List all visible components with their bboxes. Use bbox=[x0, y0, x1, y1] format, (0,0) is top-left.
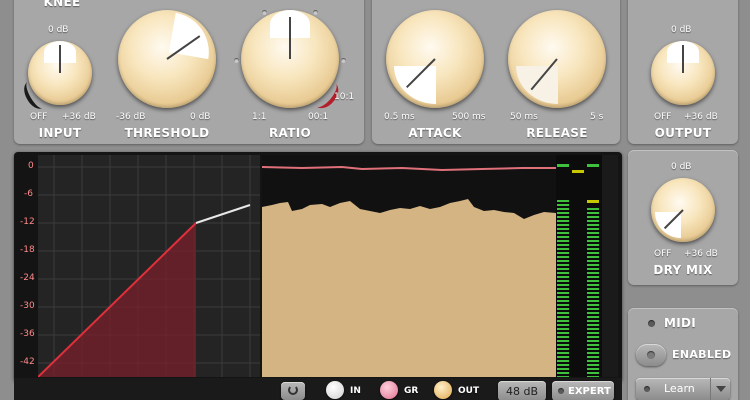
db-tick: -42 bbox=[20, 357, 35, 367]
input-max-label: +36 dB bbox=[62, 112, 96, 122]
ratio-tick-left bbox=[234, 58, 239, 63]
midi-led bbox=[648, 320, 655, 327]
learn-led bbox=[644, 386, 650, 392]
output-top-label: 0 dB bbox=[671, 25, 692, 35]
meter-out-peak bbox=[587, 164, 599, 167]
threshold-label: THRESHOLD bbox=[124, 126, 210, 140]
ratio-knob-pointer bbox=[289, 17, 291, 59]
ratio-label: RATIO bbox=[269, 126, 311, 140]
ratio-max-label: 00:1 bbox=[308, 112, 329, 122]
knee-label: KNEE bbox=[43, 0, 81, 9]
out-meter-toggle[interactable] bbox=[434, 381, 452, 399]
drymix-min-label: OFF bbox=[654, 249, 672, 259]
drymix-top-label: 0 dB bbox=[671, 162, 692, 172]
ratio-tick-top-right bbox=[313, 10, 318, 15]
power-icon bbox=[288, 385, 298, 395]
threshold-min-label: -36 dB bbox=[116, 112, 146, 122]
waveform-display bbox=[262, 155, 556, 377]
db-tick: -12 bbox=[20, 217, 35, 227]
gr-meter-toggle[interactable] bbox=[380, 381, 398, 399]
db-tick: -18 bbox=[20, 245, 35, 255]
meter-gr-bar bbox=[572, 170, 584, 173]
range-button[interactable]: 48 dB bbox=[498, 381, 546, 400]
learn-dropdown[interactable]: Learn bbox=[636, 378, 730, 400]
meter-scale-strip bbox=[602, 155, 618, 377]
threshold-knob[interactable] bbox=[118, 10, 216, 108]
db-tick: -36 bbox=[20, 329, 35, 339]
out-label: OUT bbox=[458, 386, 480, 396]
transfer-curve-plot[interactable] bbox=[38, 155, 260, 377]
expert-led bbox=[558, 388, 564, 394]
db-tick: -6 bbox=[24, 189, 33, 199]
expert-button[interactable]: EXPERT bbox=[552, 381, 614, 400]
drymix-knob[interactable] bbox=[651, 178, 715, 242]
power-button[interactable] bbox=[281, 382, 305, 400]
enabled-label: ENABLED bbox=[672, 348, 732, 361]
chevron-down-icon bbox=[710, 378, 730, 400]
in-label: IN bbox=[350, 386, 361, 396]
threshold-max-label: 0 dB bbox=[190, 112, 211, 122]
drymix-max-label: +36 dB bbox=[684, 249, 718, 259]
release-knob[interactable] bbox=[508, 10, 606, 108]
input-label: INPUT bbox=[38, 126, 82, 140]
input-knob-pointer bbox=[59, 45, 61, 73]
range-label: 48 dB bbox=[505, 385, 539, 398]
ratio-marker-label: 10:1 bbox=[334, 92, 355, 102]
meter-out-bar bbox=[587, 208, 599, 377]
gr-label: GR bbox=[404, 386, 419, 396]
attack-knob[interactable] bbox=[386, 10, 484, 108]
output-min-label: OFF bbox=[654, 112, 672, 122]
in-meter-toggle[interactable] bbox=[326, 381, 344, 399]
ratio-min-label: 1:1 bbox=[252, 112, 267, 122]
learn-label: Learn bbox=[664, 382, 695, 395]
output-knob[interactable] bbox=[651, 41, 715, 105]
meter-in-bar bbox=[557, 200, 569, 377]
db-tick: 0 bbox=[28, 161, 34, 171]
ratio-tick-right bbox=[341, 58, 346, 63]
ratio-tick-top-left bbox=[262, 10, 267, 15]
release-max-label: 5 s bbox=[590, 112, 604, 122]
output-max-label: +36 dB bbox=[684, 112, 718, 122]
input-min-label: OFF bbox=[30, 112, 48, 122]
attack-max-label: 500 ms bbox=[452, 112, 486, 122]
output-knob-pointer bbox=[682, 45, 684, 73]
attack-min-label: 0.5 ms bbox=[384, 112, 415, 122]
meter-in-peak bbox=[557, 164, 569, 167]
input-waveform bbox=[262, 199, 556, 377]
expert-label: EXPERT bbox=[568, 386, 611, 397]
release-label: RELEASE bbox=[526, 126, 588, 140]
enabled-button[interactable] bbox=[636, 344, 666, 366]
input-top-label: 0 dB bbox=[48, 25, 69, 35]
db-tick: -24 bbox=[20, 273, 35, 283]
midi-label: MIDI bbox=[664, 316, 697, 330]
attack-label: ATTACK bbox=[408, 126, 462, 140]
output-label: OUTPUT bbox=[654, 126, 712, 140]
release-min-label: 50 ms bbox=[510, 112, 538, 122]
db-tick: -30 bbox=[20, 301, 35, 311]
meter-out-hold bbox=[587, 200, 599, 203]
enabled-led bbox=[647, 351, 655, 359]
drymix-label: DRY MIX bbox=[653, 263, 713, 277]
